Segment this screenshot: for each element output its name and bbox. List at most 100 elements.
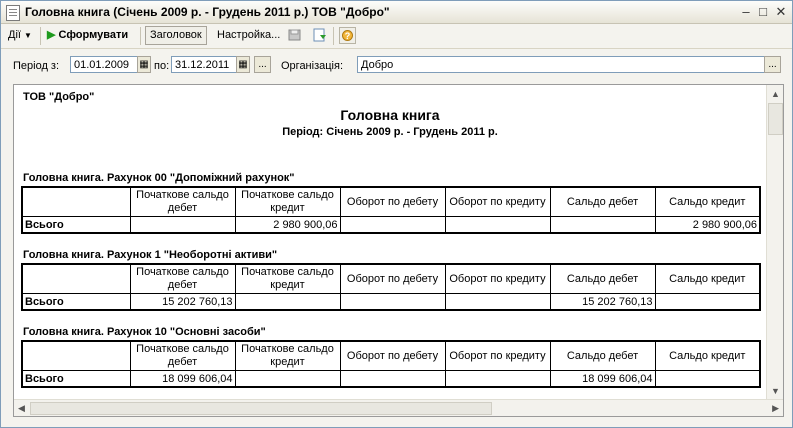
- table-header-row: Початкове сальдо дебет Початкове сальдо …: [21, 186, 761, 217]
- select-period-button[interactable]: ...: [254, 56, 271, 73]
- document-icon: [6, 5, 20, 21]
- scroll-up-icon[interactable]: ▲: [771, 89, 780, 99]
- scroll-left-icon[interactable]: ◀: [18, 403, 25, 414]
- column-header: Сальдо кредит: [654, 263, 761, 294]
- parameters-panel: Період з: 01.01.2009 ▦ по: 31.12.2011 ▦ …: [1, 51, 792, 81]
- header-toggle-button[interactable]: Заголовок: [145, 26, 207, 45]
- period-to-input[interactable]: 31.12.2011: [171, 56, 237, 73]
- table-cell: 2 980 900,06: [654, 216, 761, 234]
- maximize-button[interactable]: □: [755, 4, 771, 19]
- report-content: ТОВ "Добро" Головна книга Період: Січень…: [14, 85, 766, 400]
- restore-settings-icon-svg: [313, 28, 326, 42]
- column-header: [21, 263, 131, 294]
- table-cell: Всього: [21, 370, 131, 388]
- toolbar-divider: [40, 27, 41, 45]
- section-title-1: Головна книга. Рахунок 1 "Необоротні акт…: [23, 249, 278, 261]
- organization-label: Організація:: [281, 60, 343, 72]
- period-from-input[interactable]: 01.01.2009: [70, 56, 138, 73]
- report-document: ТОВ "Добро" Головна книга Період: Січень…: [13, 84, 784, 417]
- column-header: Початкове сальдо дебет: [129, 186, 236, 217]
- save-settings-icon[interactable]: [288, 28, 302, 42]
- table-row: Всього 15 202 760,13 15 202 760,13: [21, 293, 761, 311]
- help-icon: ?: [342, 30, 353, 41]
- table-header-row: Початкове сальдо дебет Початкове сальдо …: [21, 263, 761, 294]
- report-period: Період: Січень 2009 р. - Грудень 2011 р.: [282, 126, 498, 138]
- column-header: Сальдо кредит: [654, 186, 761, 217]
- restore-settings-icon[interactable]: [312, 28, 328, 42]
- generate-button[interactable]: ▶ Сформувати: [47, 26, 128, 45]
- section-title-00: Головна книга. Рахунок 00 "Допоміжний ра…: [23, 172, 295, 184]
- table-cell: 18 099 606,04: [549, 370, 656, 388]
- column-header: [21, 340, 131, 371]
- generate-label: Сформувати: [58, 29, 129, 41]
- chevron-down-icon: ▼: [24, 31, 32, 40]
- organization-select-button[interactable]: ...: [764, 56, 781, 73]
- toolbar: Дії ▼ ▶ Сформувати Заголовок Настройка..…: [1, 24, 792, 49]
- column-header: Початкове сальдо кредит: [234, 186, 341, 217]
- section-title-10: Головна книга. Рахунок 10 "Основні засоб…: [23, 326, 266, 338]
- toolbar-divider: [333, 27, 334, 45]
- table-cell: [444, 216, 551, 234]
- toolbar-divider: [140, 27, 141, 45]
- table-cell: [339, 293, 446, 311]
- table-cell: 2 980 900,06: [234, 216, 341, 234]
- table-cell: [129, 216, 236, 234]
- column-header: Початкове сальдо дебет: [129, 340, 236, 371]
- actions-menu[interactable]: Дії ▼: [8, 26, 32, 45]
- column-header: Сальдо дебет: [549, 263, 656, 294]
- scroll-down-icon[interactable]: ▼: [771, 386, 780, 396]
- title-bar: Головна книга (Січень 2009 р. - Грудень …: [1, 1, 792, 24]
- account-table-1: Початкове сальдо дебет Початкове сальдо …: [21, 263, 761, 311]
- column-header: Сальдо дебет: [549, 186, 656, 217]
- main-window: Головна книга (Січень 2009 р. - Грудень …: [0, 0, 793, 428]
- table-cell: [234, 370, 341, 388]
- scroll-right-icon[interactable]: ▶: [772, 403, 779, 414]
- vertical-scroll-thumb[interactable]: [768, 103, 783, 135]
- table-cell: [234, 293, 341, 311]
- help-button[interactable]: ?: [339, 27, 356, 44]
- table-cell: 15 202 760,13: [549, 293, 656, 311]
- table-row: Всього 2 980 900,06 2 980 900,06: [21, 216, 761, 234]
- column-header: Сальдо дебет: [549, 340, 656, 371]
- table-cell: Всього: [21, 216, 131, 234]
- column-header: Оборот по дебету: [339, 263, 446, 294]
- column-header: Початкове сальдо дебет: [129, 263, 236, 294]
- column-header: Оборот по кредиту: [444, 340, 551, 371]
- column-header: Оборот по дебету: [339, 186, 446, 217]
- save-settings-icon-svg: [288, 29, 301, 41]
- table-cell: 15 202 760,13: [129, 293, 236, 311]
- period-from-label: Період з:: [13, 60, 60, 72]
- horizontal-scrollbar[interactable]: ◀ ▶: [14, 399, 783, 416]
- settings-button[interactable]: Настройка...: [217, 26, 280, 45]
- column-header: [21, 186, 131, 217]
- table-cell: [654, 370, 761, 388]
- close-button[interactable]: ✕: [773, 4, 789, 19]
- column-header: Початкове сальдо кредит: [234, 263, 341, 294]
- actions-label: Дії: [8, 29, 21, 41]
- window-title: Головна книга (Січень 2009 р. - Грудень …: [25, 5, 390, 19]
- column-header: Оборот по дебету: [339, 340, 446, 371]
- horizontal-scroll-thumb[interactable]: [30, 402, 492, 415]
- column-header: Початкове сальдо кредит: [234, 340, 341, 371]
- minimize-button[interactable]: –: [738, 4, 754, 19]
- period-to-label: по:: [154, 60, 170, 72]
- account-table-10: Початкове сальдо дебет Початкове сальдо …: [21, 340, 761, 388]
- organization-input[interactable]: Добро: [357, 56, 765, 73]
- table-header-row: Початкове сальдо дебет Початкове сальдо …: [21, 340, 761, 371]
- account-table-00: Початкове сальдо дебет Початкове сальдо …: [21, 186, 761, 234]
- report-organization: ТОВ "Добро": [23, 91, 95, 103]
- table-cell: Всього: [21, 293, 131, 311]
- play-icon: ▶: [47, 29, 56, 41]
- calendar-to-icon[interactable]: ▦: [236, 56, 250, 73]
- calendar-from-icon[interactable]: ▦: [137, 56, 151, 73]
- table-cell: [339, 216, 446, 234]
- table-cell: [444, 370, 551, 388]
- table-cell: [339, 370, 446, 388]
- table-cell: [654, 293, 761, 311]
- column-header: Сальдо кредит: [654, 340, 761, 371]
- table-row: Всього 18 099 606,04 18 099 606,04: [21, 370, 761, 388]
- table-cell: [549, 216, 656, 234]
- vertical-scrollbar[interactable]: ▲ ▼: [766, 85, 783, 400]
- column-header: Оборот по кредиту: [444, 186, 551, 217]
- table-cell: 18 099 606,04: [129, 370, 236, 388]
